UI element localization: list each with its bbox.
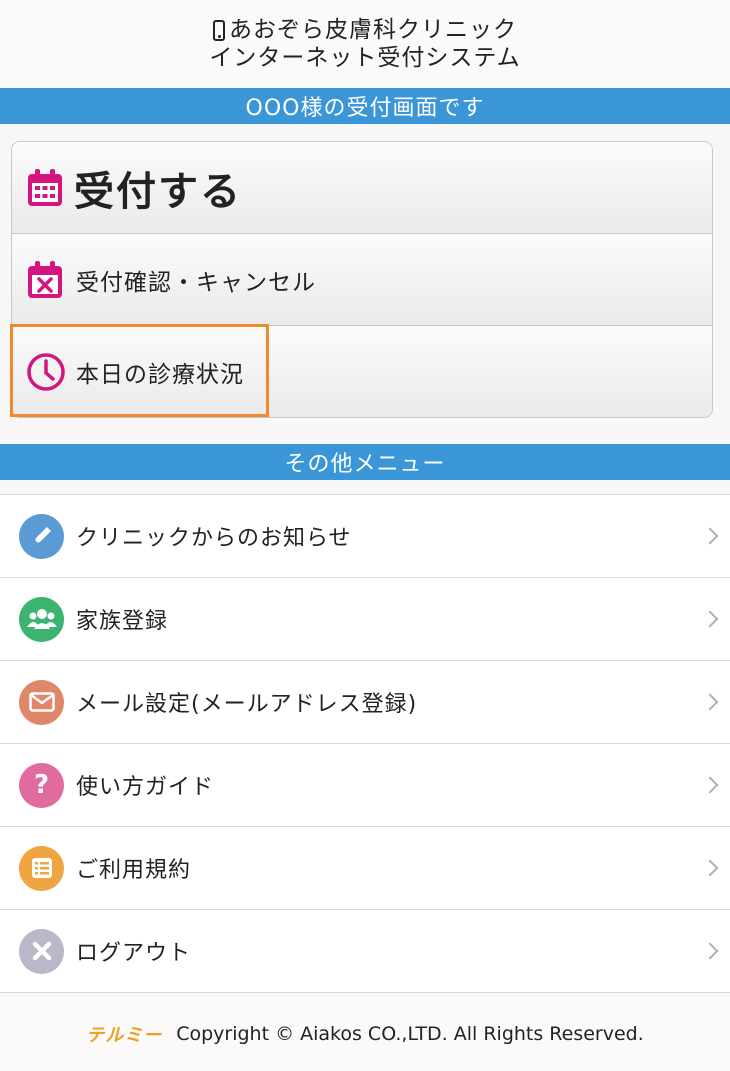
list-icon (19, 845, 64, 891)
menu-item-terms[interactable]: ご利用規約 (0, 827, 730, 910)
menu-label: クリニックからのお知らせ (76, 526, 352, 551)
pencil-icon (19, 513, 64, 559)
menu-label: ログアウト (76, 941, 192, 966)
today-status-label: 本日の診療状況 (76, 362, 244, 388)
calendar-icon (26, 168, 64, 208)
chevron-right-icon (701, 610, 719, 628)
system-name: インターネット受付システム (209, 45, 521, 71)
question-icon: ? (19, 762, 64, 808)
main-actions-card: 受付する 受付確認・キャンセル 本日の診療状況 (11, 141, 713, 418)
menu-label: メール設定(メールアドレス登録) (76, 692, 418, 717)
chevron-right-icon (701, 776, 719, 794)
reception-label: 受付する (74, 168, 242, 215)
people-icon (19, 596, 64, 642)
chevron-right-icon (701, 527, 719, 545)
menu-item-mail[interactable]: メール設定(メールアドレス登録) (0, 661, 730, 744)
footer: テルミー Copyright © Aiakos CO.,LTD. All Rig… (0, 997, 730, 1071)
copyright-text: Copyright © Aiakos CO.,LTD. All Rights R… (176, 1023, 644, 1045)
other-menu-list: クリニックからのお知らせ 家族登録 メール設定(メールアドレス登録) ? 使い方… (0, 494, 730, 993)
app-header: あおぞら皮膚科クリニック インターネット受付システム (0, 0, 730, 88)
today-status-button[interactable]: 本日の診療状況 (12, 326, 712, 417)
menu-item-news[interactable]: クリニックからのお知らせ (0, 495, 730, 578)
confirm-cancel-label: 受付確認・キャンセル (76, 269, 316, 296)
calendar-cancel-icon (26, 260, 64, 300)
company-logo: テルミー (86, 1025, 163, 1046)
menu-item-guide[interactable]: ? 使い方ガイド (0, 744, 730, 827)
user-banner: OOO様の受付画面です (0, 88, 730, 124)
clinic-name: あおぞら皮膚科クリニック (229, 17, 517, 43)
close-icon (19, 928, 64, 974)
mail-icon (19, 679, 64, 725)
menu-item-logout[interactable]: ログアウト (0, 910, 730, 993)
menu-label: 家族登録 (76, 609, 169, 634)
other-menu-banner: その他メニュー (0, 444, 730, 480)
clock-icon (26, 352, 65, 392)
menu-label: ご利用規約 (76, 858, 192, 883)
reception-button[interactable]: 受付する (12, 142, 712, 234)
menu-label: 使い方ガイド (76, 775, 215, 800)
chevron-right-icon (701, 859, 719, 877)
confirm-cancel-button[interactable]: 受付確認・キャンセル (12, 234, 712, 326)
smartphone-icon (213, 19, 225, 41)
menu-item-family[interactable]: 家族登録 (0, 578, 730, 661)
chevron-right-icon (701, 942, 719, 960)
chevron-right-icon (701, 693, 719, 711)
